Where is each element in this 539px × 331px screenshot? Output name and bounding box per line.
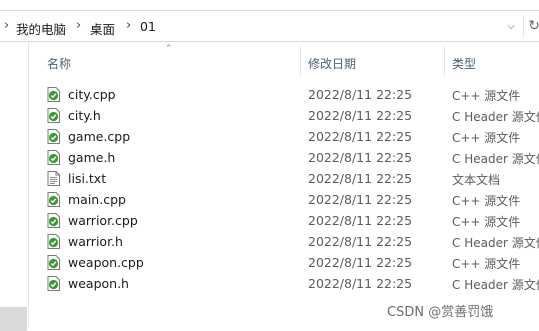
file-modified-date: 2022/8/11 22:25: [308, 129, 413, 144]
breadcrumb-item-folder[interactable]: 01: [140, 19, 156, 34]
file-modified-date: 2022/8/11 22:25: [308, 255, 413, 270]
file-row[interactable]: city.h 2022/8/11 22:25 C Header 源文件: [41, 105, 539, 126]
file-type: C Header 源文件: [452, 110, 539, 124]
file-row[interactable]: lisi.txt 2022/8/11 22:25 文本文档: [41, 168, 539, 189]
file-name: game.h: [68, 150, 116, 165]
file-row[interactable]: warrior.cpp 2022/8/11 22:25 C++ 源文件: [41, 210, 539, 231]
cpp-file-icon: [47, 213, 60, 228]
file-type: 文本文档: [452, 173, 501, 187]
file-modified-date: 2022/8/11 22:25: [308, 171, 413, 186]
cpp-file-icon: [47, 192, 60, 207]
address-bar[interactable]: › 我的电脑 › 桌面 › 01 ⌵ ↻: [0, 10, 539, 42]
refresh-icon[interactable]: ↻: [523, 15, 539, 37]
column-header-name[interactable]: 名称: [47, 55, 71, 72]
watermark: CSDN @赏善罚饿: [387, 305, 494, 320]
file-row[interactable]: weapon.h 2022/8/11 22:25 C Header 源文件: [41, 273, 539, 294]
file-type: C Header 源文件: [452, 152, 539, 166]
cpp-file-icon: [47, 255, 60, 270]
file-name: city.cpp: [68, 87, 116, 102]
file-type: C++ 源文件: [452, 89, 521, 103]
column-divider[interactable]: [300, 46, 301, 76]
file-name: warrior.cpp: [68, 213, 138, 228]
breadcrumb-separator-icon[interactable]: ›: [126, 18, 131, 33]
cpp-file-icon: [47, 129, 60, 144]
file-type: C++ 源文件: [452, 131, 521, 145]
column-header-bar: ⌃ 名称 修改日期 类型: [29, 42, 539, 78]
breadcrumb-item-desktop[interactable]: 桌面: [90, 19, 115, 38]
text-file-icon: [47, 171, 60, 186]
header-file-icon: [47, 150, 60, 165]
file-modified-date: 2022/8/11 22:25: [308, 87, 413, 102]
file-row[interactable]: weapon.cpp 2022/8/11 22:25 C++ 源文件: [41, 252, 539, 273]
file-row[interactable]: city.cpp 2022/8/11 22:25 C++ 源文件: [41, 84, 539, 105]
file-row[interactable]: game.cpp 2022/8/11 22:25 C++ 源文件: [41, 126, 539, 147]
breadcrumb-separator-icon[interactable]: ›: [76, 18, 81, 33]
navigation-pane[interactable]: [0, 42, 29, 331]
file-name: weapon.h: [68, 276, 129, 291]
breadcrumb-separator-icon[interactable]: ›: [4, 18, 9, 33]
cpp-file-icon: [47, 87, 60, 102]
file-name: game.cpp: [68, 129, 131, 144]
file-row[interactable]: main.cpp 2022/8/11 22:25 C++ 源文件: [41, 189, 539, 210]
file-name: main.cpp: [68, 192, 126, 207]
file-type: C++ 源文件: [452, 215, 521, 229]
header-file-icon: [47, 276, 60, 291]
chevron-down-icon[interactable]: ⌵: [500, 15, 522, 37]
file-modified-date: 2022/8/11 22:25: [308, 213, 413, 228]
file-modified-date: 2022/8/11 22:25: [308, 108, 413, 123]
file-modified-date: 2022/8/11 22:25: [308, 150, 413, 165]
nav-item-selected[interactable]: [0, 307, 27, 331]
file-type: C Header 源文件: [452, 236, 539, 250]
header-file-icon: [47, 108, 60, 123]
file-row[interactable]: warrior.h 2022/8/11 22:25 C Header 源文件: [41, 231, 539, 252]
file-type: C Header 源文件: [452, 278, 539, 292]
column-header-type[interactable]: 类型: [452, 55, 476, 72]
file-modified-date: 2022/8/11 22:25: [308, 276, 413, 291]
file-name: lisi.txt: [68, 171, 107, 186]
file-modified-date: 2022/8/11 22:25: [308, 234, 413, 249]
file-name: city.h: [68, 108, 101, 123]
file-name: weapon.cpp: [68, 255, 144, 270]
header-file-icon: [47, 234, 60, 249]
file-type: C++ 源文件: [452, 194, 521, 208]
file-modified-date: 2022/8/11 22:25: [308, 192, 413, 207]
file-name: warrior.h: [68, 234, 123, 249]
file-type: C++ 源文件: [452, 257, 521, 271]
sort-ascending-icon[interactable]: ⌃: [165, 44, 173, 54]
file-row[interactable]: game.h 2022/8/11 22:25 C Header 源文件: [41, 147, 539, 168]
column-divider[interactable]: [444, 46, 445, 76]
column-header-modified[interactable]: 修改日期: [308, 55, 356, 72]
breadcrumb-item-computer[interactable]: 我的电脑: [16, 19, 66, 38]
